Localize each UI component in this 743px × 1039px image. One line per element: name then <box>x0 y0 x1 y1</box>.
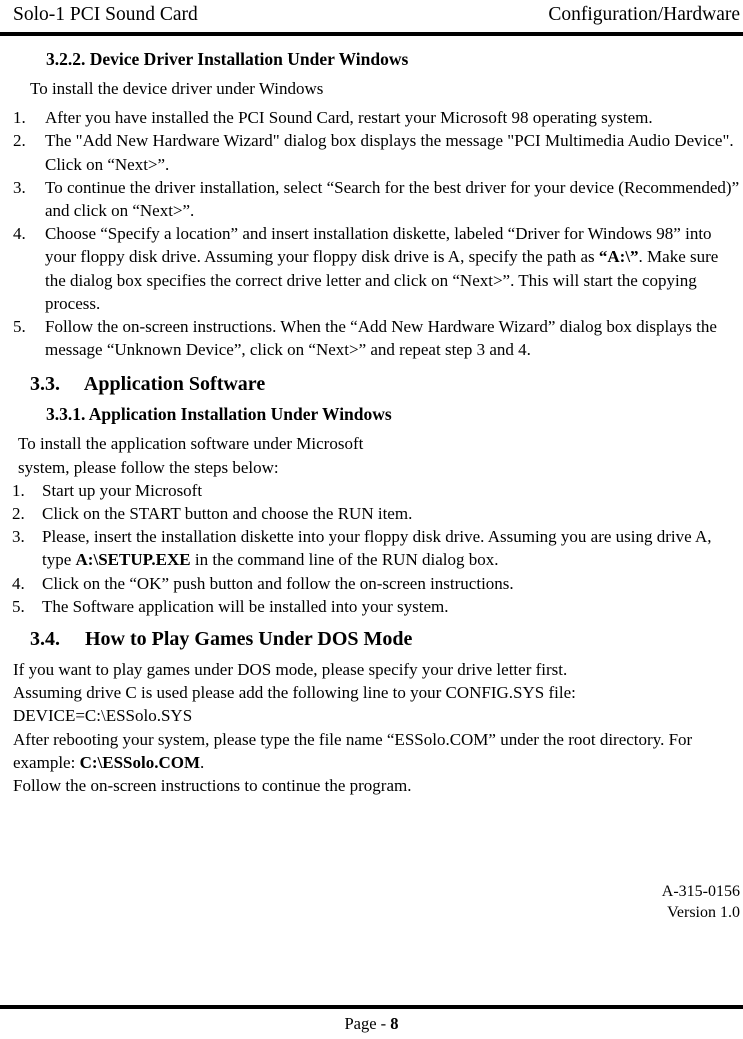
list-item: 1. After you have installed the PCI Soun… <box>0 106 743 129</box>
list-item-text: After you have installed the PCI Sound C… <box>45 108 653 128</box>
footer-version: Version 1.0 <box>667 904 740 921</box>
paragraph-3-4-line-4: After rebooting your system, please type… <box>0 728 731 774</box>
list-item-text: Please, insert the installation diskette… <box>42 525 743 571</box>
inline-bold-example-path: C:\ESSolo.COM <box>79 752 200 772</box>
heading-3-3-1: 3.3.1. Application Installation Under Wi… <box>46 404 392 425</box>
list-item-number: 4. <box>13 224 26 244</box>
list-item-number: 2. <box>12 504 25 524</box>
heading-3-4: 3.4. How to Play Games Under DOS Mode <box>30 628 413 651</box>
list-item: 2. The "Add New Hardware Wizard" dialog … <box>0 129 743 175</box>
list-item-text: Click on the START button and choose the… <box>42 504 413 524</box>
list-item: 2. Click on the START button and choose … <box>0 502 743 525</box>
list-item-text: The "Add New Hardware Wizard" dialog box… <box>45 131 734 174</box>
page-header: Solo-1 PCI Sound Card Configuration/Hard… <box>0 0 743 36</box>
heading-3-3: 3.3. Application Software <box>30 373 266 396</box>
document-page: Solo-1 PCI Sound Card Configuration/Hard… <box>0 0 743 1039</box>
footer-page-value: 8 <box>390 1014 399 1033</box>
footer-divider-rule <box>0 1005 743 1009</box>
list-item-text: Follow the on-screen instructions. When … <box>45 317 717 360</box>
list-item-number: 3. <box>13 177 26 197</box>
list-item: 4. Click on the “OK” push button and fol… <box>0 572 743 595</box>
steps-list-application-install: 1. Start up your Microsoft 2. Click on t… <box>0 479 743 618</box>
list-item-text: Click on the “OK” push button and follow… <box>42 573 514 593</box>
list-item: 4. Choose “Specify a location” and inser… <box>0 222 743 315</box>
list-item-number: 5. <box>12 596 25 616</box>
paragraph-3-4-line-1: If you want to play games under DOS mode… <box>13 660 568 680</box>
list-item: 1. Start up your Microsoft <box>0 479 743 502</box>
paragraph-3-3-1-intro-line-2: system, please follow the steps below: <box>18 457 279 477</box>
footer-page-label: Page - <box>344 1014 391 1033</box>
page-content: 3.2.2. Device Driver Installation Under … <box>0 36 743 797</box>
list-item-text: The Software application will be install… <box>42 596 449 616</box>
list-item-number: 1. <box>13 108 26 128</box>
list-item-text: To continue the driver installation, sel… <box>45 177 740 221</box>
list-item-number: 2. <box>13 131 26 151</box>
header-left-title: Solo-1 PCI Sound Card <box>13 4 198 25</box>
paragraph-3-2-2-intro: To install the device driver under Windo… <box>30 79 324 98</box>
list-item-text: Start up your Microsoft <box>42 480 203 500</box>
list-item-number: 3. <box>12 527 25 547</box>
heading-3-2-2: 3.2.2. Device Driver Installation Under … <box>46 49 409 69</box>
inline-bold-path: “A:\” <box>598 247 639 267</box>
paragraph-3-4-config-line: DEVICE=C:\ESSolo.SYS <box>13 706 193 726</box>
list-item: 5. Follow the on-screen instructions. Wh… <box>0 315 743 361</box>
list-item: 3. To continue the driver installation, … <box>0 176 743 222</box>
list-item: 3. Please, insert the installation diske… <box>0 525 743 571</box>
list-item-number: 5. <box>13 317 26 337</box>
list-item-text: Choose “Specify a location” and insert i… <box>45 222 743 315</box>
list-item-text-after: in the command line of the RUN dialog bo… <box>190 550 499 570</box>
header-right-title: Configuration/Hardware <box>548 4 740 25</box>
steps-list-device-driver: 1. After you have installed the PCI Soun… <box>0 106 743 361</box>
paragraph-3-4-line-2: Assuming drive C is used please add the … <box>13 683 576 703</box>
inline-bold-command: A:\SETUP.EXE <box>75 550 191 570</box>
paragraph-3-4-line-5: Follow the on-screen instructions to con… <box>13 776 412 796</box>
list-item-number: 4. <box>12 573 25 593</box>
paragraph-3-3-1-intro-line-1: To install the application software unde… <box>18 434 364 454</box>
footer-document-id: A-315-0156 <box>661 883 740 900</box>
paragraph-3-4-line-4-after: . <box>200 752 205 772</box>
list-item: 5. The Software application will be inst… <box>0 595 743 618</box>
list-item-number: 1. <box>12 480 25 500</box>
footer-page-number: Page - 8 <box>0 1013 743 1035</box>
